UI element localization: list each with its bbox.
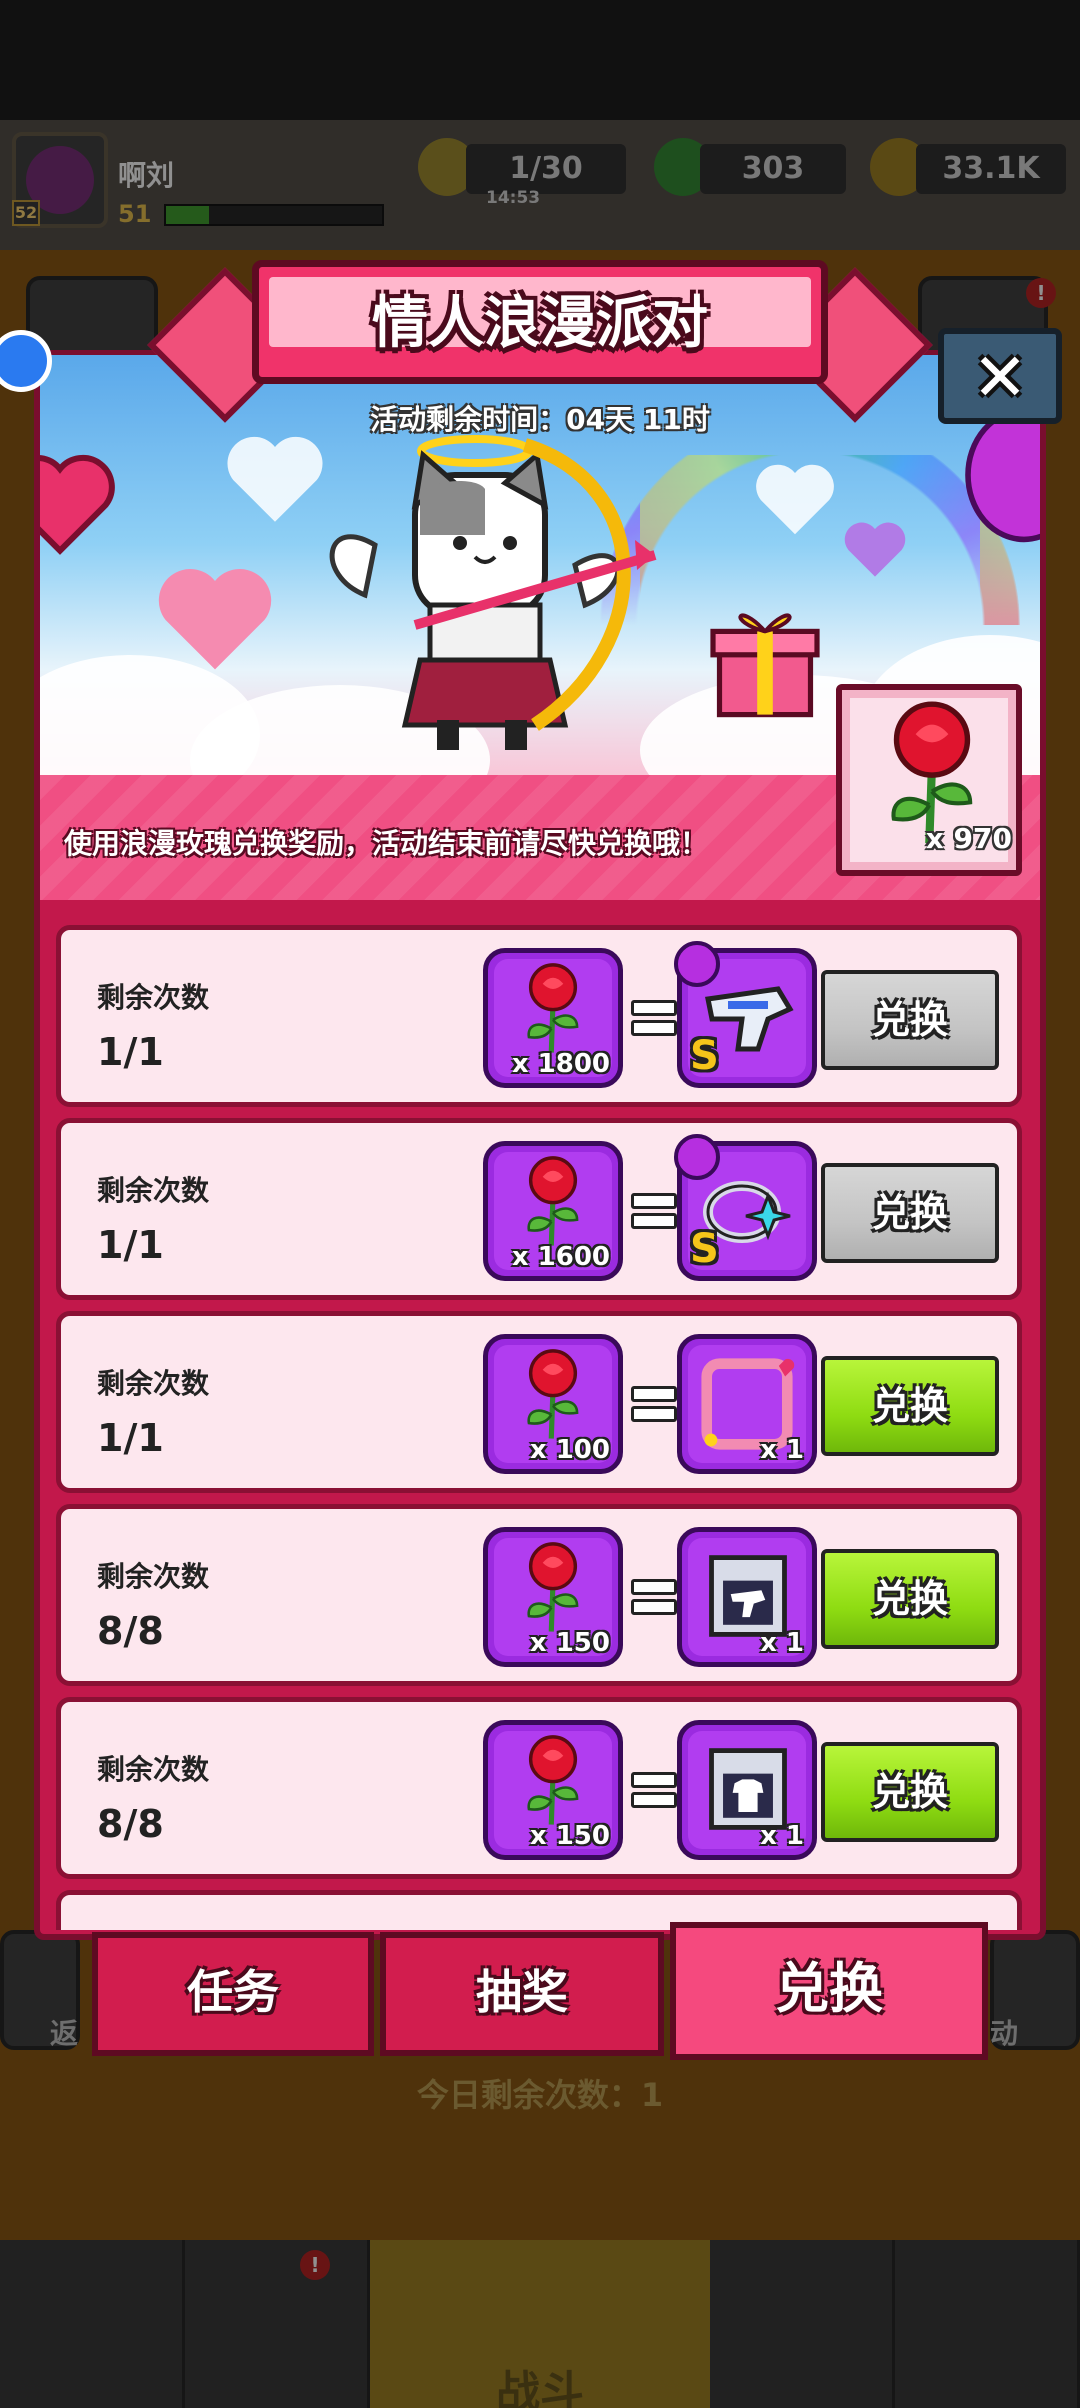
reward-slot[interactable]: S bbox=[674, 941, 817, 1088]
cost-amount: x 150 bbox=[529, 1821, 610, 1851]
remaining-count: 1/1 bbox=[97, 1030, 164, 1074]
equals-icon bbox=[631, 1000, 677, 1036]
player-level: 51 bbox=[118, 200, 152, 228]
cost-slot: x 1800 bbox=[483, 948, 623, 1088]
cost-amount: x 100 bbox=[529, 1435, 610, 1465]
coin-counter: 33.1K bbox=[916, 144, 1066, 194]
back-label: 返 bbox=[50, 2017, 79, 2050]
nav-evolution[interactable] bbox=[895, 2240, 1080, 2408]
tab-exchange[interactable]: 兑换 bbox=[670, 1922, 988, 2060]
reward-amount: x 1 bbox=[760, 1435, 804, 1465]
avatar-level: 52 bbox=[12, 200, 40, 226]
status-bar-area bbox=[0, 0, 1080, 120]
daily-remaining: 今日剩余次数：1 bbox=[416, 2076, 664, 2114]
heart-decoration bbox=[227, 436, 323, 522]
cost-amount: x 1800 bbox=[511, 1049, 610, 1079]
remaining-label: 剩余次数 bbox=[97, 1367, 210, 1400]
cost-amount: x 150 bbox=[529, 1628, 610, 1658]
activity-label: 动 bbox=[990, 2017, 1019, 2050]
remaining-count: 1/1 bbox=[97, 1223, 164, 1267]
remaining-label: 剩余次数 bbox=[97, 1753, 210, 1786]
gem-counter: 303 bbox=[700, 144, 846, 194]
remaining-label: 剩余次数 bbox=[97, 1560, 210, 1593]
remaining-label: 剩余次数 bbox=[97, 1174, 210, 1207]
event-alert-badge: ! bbox=[1026, 278, 1056, 308]
heart-decoration bbox=[158, 569, 272, 670]
grade-label: S bbox=[690, 1033, 719, 1079]
energy-timer: 14:53 bbox=[486, 188, 541, 208]
equals-icon bbox=[631, 1579, 677, 1615]
weapons-alert-badge: ! bbox=[300, 2250, 330, 2280]
cost-slot: x 100 bbox=[483, 1334, 623, 1474]
exchange-button[interactable]: 兑换 bbox=[821, 970, 999, 1070]
exchange-button[interactable]: 兑换 bbox=[821, 1163, 999, 1263]
nav-talents[interactable] bbox=[710, 2240, 895, 2408]
cupid-cat-mascot bbox=[329, 435, 657, 750]
remaining-count: 8/8 bbox=[97, 1609, 164, 1653]
cost-slot: x 150 bbox=[483, 1527, 623, 1667]
remaining-count: 8/8 bbox=[97, 1802, 164, 1846]
event-title: 情人浪漫派对 bbox=[372, 291, 708, 356]
reward-amount: x 1 bbox=[760, 1821, 804, 1851]
rose-owned-count: x 970 bbox=[925, 822, 1012, 855]
player-name: 啊刘 bbox=[118, 159, 175, 192]
reward-slot[interactable]: x 1 bbox=[677, 1527, 817, 1667]
grade-label: S bbox=[690, 1226, 719, 1272]
exchange-button[interactable]: 兑换 bbox=[821, 1742, 999, 1842]
equals-icon bbox=[631, 1193, 677, 1229]
xp-bar bbox=[164, 204, 384, 226]
exchange-button[interactable]: 兑换 bbox=[821, 1549, 999, 1649]
reward-slot[interactable]: S bbox=[674, 1134, 817, 1281]
tab-lottery[interactable]: 抽奖 bbox=[380, 1932, 664, 2056]
tab-tasks[interactable]: 任务 bbox=[92, 1932, 374, 2056]
exchange-row: 剩余次数 8/8 x 150 x 1 兑换 bbox=[56, 1504, 1022, 1686]
reward-amount: x 1 bbox=[760, 1628, 804, 1658]
heart-decoration bbox=[844, 522, 906, 577]
xp-bar-fill bbox=[166, 206, 210, 224]
equals-icon bbox=[631, 1772, 677, 1808]
energy-counter: 1/30 bbox=[466, 144, 626, 194]
equals-icon bbox=[631, 1386, 677, 1422]
category-badge-icon bbox=[674, 941, 720, 987]
info-text: 使用浪漫玫瑰兑换奖励，活动结束前请尽快兑换哦！ bbox=[64, 827, 709, 860]
remaining-count: 1/1 bbox=[97, 1416, 164, 1460]
remaining-label: 剩余次数 bbox=[97, 981, 210, 1014]
cost-slot: x 150 bbox=[483, 1720, 623, 1860]
reward-slot[interactable]: x 1 bbox=[677, 1334, 817, 1474]
exchange-row: 剩余次数 1/1 x 100 x 1 兑换 bbox=[56, 1311, 1022, 1493]
heart-decoration bbox=[756, 464, 834, 535]
cost-amount: x 1600 bbox=[511, 1242, 610, 1272]
exchange-row: 剩余次数 1/1 x 1600 S 兑换 bbox=[56, 1118, 1022, 1300]
exchange-row: 剩余次数 8/8 x 150 x 1 兑换 bbox=[56, 1697, 1022, 1879]
exchange-row: 剩余次数 1/1 x 1800 S 兑换 bbox=[56, 925, 1022, 1107]
reward-slot[interactable]: x 1 bbox=[677, 1720, 817, 1860]
category-badge-icon bbox=[674, 1134, 720, 1180]
event-time-left: 活动剩余时间：04天 11时 bbox=[370, 403, 710, 436]
heart-decoration bbox=[40, 454, 115, 555]
cost-slot: x 1600 bbox=[483, 1141, 623, 1281]
exchange-button[interactable]: 兑换 bbox=[821, 1356, 999, 1456]
